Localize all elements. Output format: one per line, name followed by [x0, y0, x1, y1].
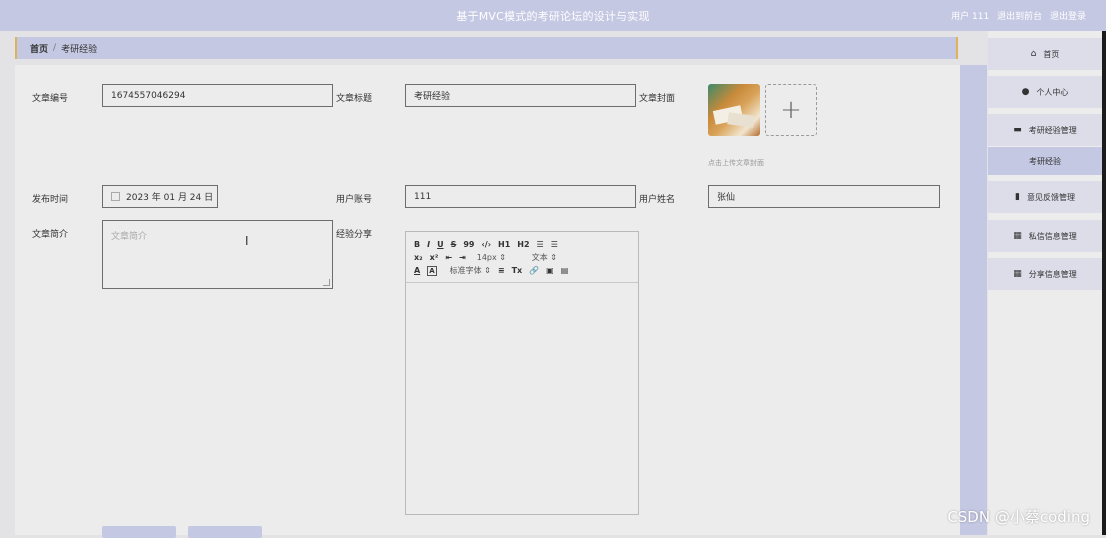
font-family-value: 标准字体: [449, 266, 482, 275]
user-account-field[interactable]: 111: [405, 185, 636, 208]
sidebar-item-profile[interactable]: ● 个人中心: [988, 76, 1102, 108]
bullet-list-button[interactable]: ☰: [551, 240, 558, 249]
top-bar: 基于MVC模式的考研论坛的设计与实现 用户 111 退出到前台 退出登录: [0, 0, 1106, 31]
strike-button[interactable]: S: [451, 240, 457, 249]
user-account-value: 111: [414, 191, 432, 202]
grid-icon: ▦: [1013, 269, 1022, 279]
text-cursor-icon: I: [245, 234, 249, 248]
user-name-value: 张仙: [717, 193, 736, 203]
sidebar-item-home[interactable]: ⌂ 首页: [988, 38, 1102, 70]
sidebar-item-label: 个人中心: [1036, 87, 1069, 97]
ordered-list-button[interactable]: ☰: [537, 240, 544, 249]
article-title-label: 文章标题: [336, 94, 373, 104]
heading2-button[interactable]: H2: [517, 240, 529, 249]
heading1-button[interactable]: H1: [498, 240, 510, 249]
publish-time-label: 发布时间: [32, 195, 69, 205]
breadcrumb-separator: /: [53, 43, 57, 53]
sidebar-item-label: 意见反馈管理: [1026, 192, 1075, 202]
bold-button[interactable]: B: [414, 240, 420, 249]
font-color-button[interactable]: A: [414, 266, 420, 275]
select-arrows-icon: ⇕: [484, 266, 491, 275]
grid-icon: ▦: [1013, 231, 1022, 241]
user-label: 用户 111: [951, 12, 990, 22]
superscript-button[interactable]: x²: [430, 253, 439, 262]
share-label: 经验分享: [336, 230, 373, 240]
font-family-select[interactable]: 标准字体 ⇕: [450, 265, 491, 276]
publish-time-picker[interactable]: 2023 年 01 月 24 日: [102, 185, 218, 208]
bar-chart-icon: ▮: [1015, 192, 1020, 202]
article-cover-label: 文章封面: [639, 94, 676, 104]
article-id-field[interactable]: 1674557046294: [102, 84, 333, 107]
home-icon: ⌂: [1030, 49, 1037, 59]
summary-textarea[interactable]: 文章简介: [102, 220, 333, 289]
article-id-value: 1674557046294: [111, 90, 186, 101]
subscript-button[interactable]: x₂: [414, 253, 423, 262]
panel-edge: [960, 65, 987, 535]
text-type-value: 文本: [531, 253, 548, 262]
background-color-button[interactable]: A: [427, 265, 437, 276]
user-account-label: 用户账号: [336, 195, 373, 205]
font-size-value: 14px: [476, 253, 497, 262]
sidebar-subitem-experience[interactable]: 考研经验: [988, 147, 1102, 175]
cover-book-shape: [727, 112, 755, 128]
blockquote-button[interactable]: 99: [463, 240, 474, 249]
cover-upload-hint: 点击上传文章封面: [708, 159, 764, 167]
sidebar-item-feedback-management[interactable]: ▮ 意见反馈管理: [988, 181, 1102, 213]
user-name-field[interactable]: 张仙: [708, 185, 940, 208]
sidebar-item-label: 分享信息管理: [1028, 269, 1077, 279]
align-button[interactable]: ≡: [498, 266, 505, 275]
calendar-icon: [111, 192, 120, 201]
sidebar-item-label: 考研经验管理: [1028, 125, 1077, 135]
image-button[interactable]: ▣: [546, 266, 554, 275]
user-icon: ●: [1021, 87, 1030, 97]
plus-icon: +: [780, 95, 802, 125]
clear-format-button[interactable]: Tx: [512, 266, 523, 275]
breadcrumb-current: 考研经验: [61, 44, 98, 55]
select-arrows-icon: ⇕: [499, 253, 506, 262]
cover-upload-button[interactable]: +: [765, 84, 817, 136]
sidebar-edge: [1102, 31, 1106, 535]
select-arrows-icon: ⇕: [550, 253, 557, 262]
publish-time-value: 2023 年 01 月 24 日: [126, 193, 214, 203]
sidebar-item-share-management[interactable]: ▦ 分享信息管理: [988, 258, 1102, 290]
logout-link[interactable]: 退出登录: [1050, 12, 1086, 22]
user-area: 用户 111 退出到前台 退出登录: [946, 9, 1086, 22]
resize-handle-icon[interactable]: [323, 279, 330, 286]
sidebar-item-experience-management[interactable]: ▬ 考研经验管理: [988, 114, 1102, 146]
app-title: 基于MVC模式的考研论坛的设计与实现: [456, 10, 650, 23]
sidebar: ⌂ 首页 ● 个人中心 ▬ 考研经验管理 考研经验 ▮ 意见反馈管理 ▦ 私信信…: [988, 31, 1106, 535]
exit-to-frontend-link[interactable]: 退出到前台: [997, 12, 1042, 22]
user-name-label: 用户姓名: [639, 195, 676, 205]
indent-button[interactable]: ⇥: [459, 253, 466, 262]
link-button[interactable]: 🔗: [529, 266, 539, 275]
video-button[interactable]: ▤: [561, 266, 569, 275]
article-title-field[interactable]: 考研经验: [405, 84, 636, 107]
article-id-label: 文章编号: [32, 94, 69, 104]
article-title-value: 考研经验: [414, 92, 451, 102]
text-type-select[interactable]: 文本 ⇕: [532, 252, 557, 263]
watermark: CSDN @小蔡coding: [947, 508, 1090, 526]
outdent-button[interactable]: ⇤: [445, 253, 452, 262]
sidebar-item-label: 考研经验: [1029, 156, 1061, 166]
breadcrumb-home[interactable]: 首页: [30, 42, 48, 55]
sidebar-item-label: 首页: [1043, 49, 1060, 59]
submit-button[interactable]: [102, 526, 176, 538]
code-button[interactable]: ‹/›: [482, 240, 492, 249]
editor-toolbar: B I U S 99 ‹/› H1 H2 ☰ ☰ x₂ x² ⇤ ⇥ 14px …: [406, 232, 638, 283]
sidebar-item-message-management[interactable]: ▦ 私信信息管理: [988, 220, 1102, 252]
summary-placeholder: 文章简介: [111, 232, 148, 242]
cancel-button[interactable]: [188, 526, 262, 538]
font-size-select[interactable]: 14px ⇕: [477, 253, 519, 262]
summary-label: 文章简介: [32, 230, 69, 240]
sidebar-item-label: 私信信息管理: [1028, 231, 1077, 241]
chat-icon: ▬: [1013, 125, 1022, 135]
breadcrumb: 首页 / 考研经验: [15, 37, 958, 59]
italic-button[interactable]: I: [427, 240, 430, 249]
underline-button[interactable]: U: [437, 240, 444, 249]
rich-text-editor[interactable]: B I U S 99 ‹/› H1 H2 ☰ ☰ x₂ x² ⇤ ⇥ 14px …: [405, 231, 639, 515]
cover-thumbnail[interactable]: [708, 84, 760, 136]
